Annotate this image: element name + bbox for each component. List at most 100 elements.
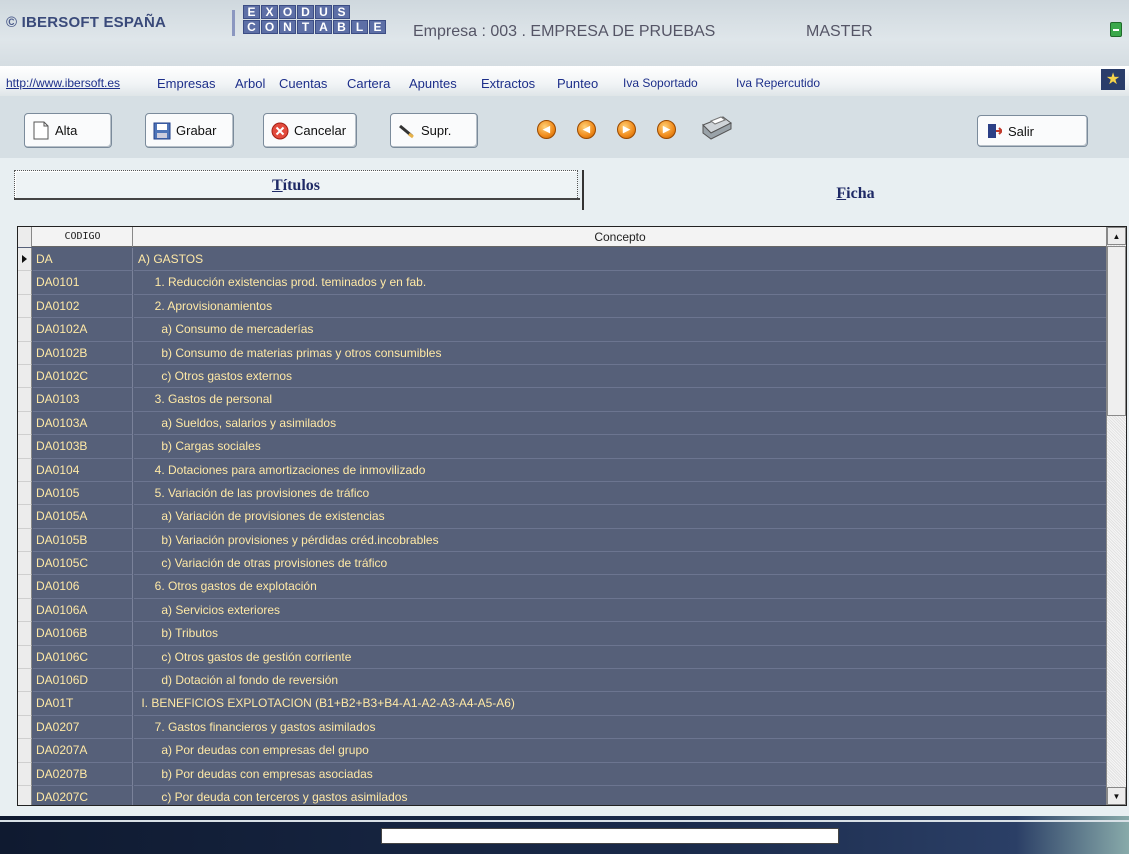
- row-indicator[interactable]: [18, 294, 32, 319]
- website-link[interactable]: http://www.ibersoft.es: [6, 76, 120, 90]
- cell-concepto[interactable]: 2. Aprovisionamientos: [134, 295, 1106, 319]
- row-indicator[interactable]: [18, 271, 32, 295]
- cell-concepto[interactable]: a) Variación de provisiones de existenci…: [134, 505, 1106, 529]
- cell-concepto[interactable]: c) Otros gastos de gestión corriente: [134, 646, 1106, 670]
- table-row[interactable]: DA0105B b) Variación provisiones y pérdi…: [18, 528, 1106, 553]
- supr-button[interactable]: Supr.: [390, 113, 478, 148]
- cell-concepto[interactable]: d) Dotación al fondo de reversión: [134, 669, 1106, 693]
- table-row[interactable]: DA0102 2. Aprovisionamientos: [18, 294, 1106, 319]
- table-row[interactable]: DA0207 7. Gastos financieros y gastos as…: [18, 715, 1106, 740]
- table-row[interactable]: DA A) GASTOS: [18, 248, 1106, 272]
- cell-concepto[interactable]: c) Otros gastos externos: [134, 365, 1106, 389]
- cell-concepto[interactable]: a) Consumo de mercaderías: [134, 318, 1106, 342]
- cell-concepto[interactable]: b) Consumo de materias primas y otros co…: [134, 342, 1106, 365]
- table-row[interactable]: DA0105 5. Variación de las provisiones d…: [18, 481, 1106, 506]
- table-row[interactable]: DA0106D d) Dotación al fondo de reversió…: [18, 669, 1106, 693]
- previous-record-icon[interactable]: ◀: [577, 120, 596, 139]
- cell-concepto[interactable]: b) Variación provisiones y pérdidas créd…: [134, 529, 1106, 553]
- menu-item-iva-soportado[interactable]: Iva Soportado: [623, 76, 698, 90]
- cell-concepto[interactable]: c) Por deuda con terceros y gastos asimi…: [134, 786, 1106, 805]
- cell-concepto[interactable]: a) Sueldos, salarios y asimilados: [134, 412, 1106, 436]
- table-row[interactable]: DA0102A a) Consumo de mercaderías: [18, 318, 1106, 342]
- row-indicator[interactable]: [18, 341, 32, 365]
- row-indicator[interactable]: [18, 645, 32, 670]
- alta-button[interactable]: Alta: [24, 113, 112, 148]
- cell-codigo[interactable]: DA01T: [33, 692, 133, 716]
- cell-concepto[interactable]: 6. Otros gastos de explotación: [134, 575, 1106, 599]
- cell-codigo[interactable]: DA0207C: [33, 785, 133, 805]
- cell-concepto[interactable]: 7. Gastos financieros y gastos asimilado…: [134, 716, 1106, 740]
- menu-item-arbol[interactable]: Arbol: [235, 76, 265, 91]
- table-row[interactable]: DA0106C c) Otros gastos de gestión corri…: [18, 645, 1106, 670]
- table-row[interactable]: DA0102B b) Consumo de materias primas y …: [18, 341, 1106, 365]
- row-indicator[interactable]: [18, 458, 32, 482]
- table-row[interactable]: DA0106 6. Otros gastos de explotación: [18, 575, 1106, 599]
- row-indicator[interactable]: [18, 411, 32, 436]
- cell-codigo[interactable]: DA0105A: [33, 505, 133, 529]
- cell-codigo[interactable]: DA0106: [33, 575, 133, 599]
- cell-concepto[interactable]: 3. Gastos de personal: [134, 388, 1106, 412]
- row-indicator[interactable]: [18, 552, 32, 576]
- row-indicator[interactable]: [18, 528, 32, 553]
- cell-codigo[interactable]: DA0103B: [33, 435, 133, 459]
- row-indicator[interactable]: [18, 739, 32, 763]
- tab-ficha[interactable]: Ficha: [582, 170, 1127, 210]
- minimize-icon[interactable]: [1110, 22, 1122, 37]
- cell-codigo[interactable]: DA0105B: [33, 528, 133, 553]
- cell-concepto[interactable]: a) Servicios exteriores: [134, 599, 1106, 623]
- cell-concepto[interactable]: b) Por deudas con empresas asociadas: [134, 763, 1106, 786]
- row-indicator[interactable]: [18, 692, 32, 716]
- cell-concepto[interactable]: I. BENEFICIOS EXPLOTACION (B1+B2+B3+B4-A…: [134, 692, 1106, 716]
- menu-item-cartera[interactable]: Cartera: [347, 76, 390, 91]
- menu-item-cuentas[interactable]: Cuentas: [279, 76, 327, 91]
- table-row[interactable]: DA0106B b) Tributos: [18, 622, 1106, 646]
- cell-codigo[interactable]: DA0102: [33, 294, 133, 319]
- menu-item-apuntes[interactable]: Apuntes: [409, 76, 457, 91]
- cell-codigo[interactable]: DA: [33, 248, 133, 272]
- salir-button[interactable]: Salir: [977, 115, 1088, 147]
- table-row[interactable]: DA0207B b) Por deudas con empresas asoci…: [18, 762, 1106, 786]
- cell-codigo[interactable]: DA0105C: [33, 552, 133, 576]
- cell-codigo[interactable]: DA0103A: [33, 411, 133, 436]
- column-header-concepto[interactable]: Concepto: [134, 227, 1106, 247]
- menu-item-iva-repercutido[interactable]: Iva Repercutido: [736, 76, 820, 90]
- table-row[interactable]: DA0103A a) Sueldos, salarios y asimilado…: [18, 411, 1106, 436]
- cell-codigo[interactable]: DA0102C: [33, 364, 133, 389]
- cell-codigo[interactable]: DA0101: [33, 271, 133, 295]
- cell-codigo[interactable]: DA0207A: [33, 739, 133, 763]
- row-indicator[interactable]: [18, 364, 32, 389]
- row-indicator[interactable]: [18, 622, 32, 646]
- cell-concepto[interactable]: c) Variación de otras provisiones de trá…: [134, 552, 1106, 576]
- cell-concepto[interactable]: b) Tributos: [134, 622, 1106, 646]
- printer-icon[interactable]: [697, 111, 733, 143]
- cell-codigo[interactable]: DA0104: [33, 458, 133, 482]
- cell-concepto[interactable]: 1. Reducción existencias prod. teminados…: [134, 271, 1106, 295]
- menu-item-extractos[interactable]: Extractos: [481, 76, 535, 91]
- grabar-button[interactable]: Grabar: [145, 113, 234, 148]
- table-row[interactable]: DA0103 3. Gastos de personal: [18, 388, 1106, 412]
- row-indicator[interactable]: [18, 715, 32, 740]
- row-indicator[interactable]: [18, 598, 32, 623]
- cancelar-button[interactable]: Cancelar: [263, 113, 357, 148]
- scroll-up-icon[interactable]: ▲: [1107, 227, 1126, 245]
- row-indicator[interactable]: [18, 762, 32, 786]
- row-indicator[interactable]: [18, 435, 32, 459]
- table-row[interactable]: DA0207A a) Por deudas con empresas del g…: [18, 739, 1106, 763]
- row-indicator[interactable]: [18, 575, 32, 599]
- table-row[interactable]: DA0102C c) Otros gastos externos: [18, 364, 1106, 389]
- column-header-codigo[interactable]: CODIGO: [33, 227, 133, 247]
- cell-codigo[interactable]: DA0207: [33, 715, 133, 740]
- row-indicator[interactable]: [18, 318, 32, 342]
- row-indicator[interactable]: [18, 669, 32, 693]
- table-row[interactable]: DA01T I. BENEFICIOS EXPLOTACION (B1+B2+B…: [18, 692, 1106, 716]
- cell-concepto[interactable]: A) GASTOS: [134, 248, 1106, 272]
- row-indicator[interactable]: [18, 505, 32, 529]
- next-record-icon[interactable]: ▶: [617, 120, 636, 139]
- cell-codigo[interactable]: DA0106D: [33, 669, 133, 693]
- table-row[interactable]: DA0105C c) Variación de otras provisione…: [18, 552, 1106, 576]
- cell-concepto[interactable]: 5. Variación de las provisiones de tráfi…: [134, 482, 1106, 506]
- cell-codigo[interactable]: DA0106A: [33, 598, 133, 623]
- menu-item-punteo[interactable]: Punteo: [557, 76, 598, 91]
- table-row[interactable]: DA0105A a) Variación de provisiones de e…: [18, 505, 1106, 529]
- table-row[interactable]: DA0106A a) Servicios exteriores: [18, 598, 1106, 623]
